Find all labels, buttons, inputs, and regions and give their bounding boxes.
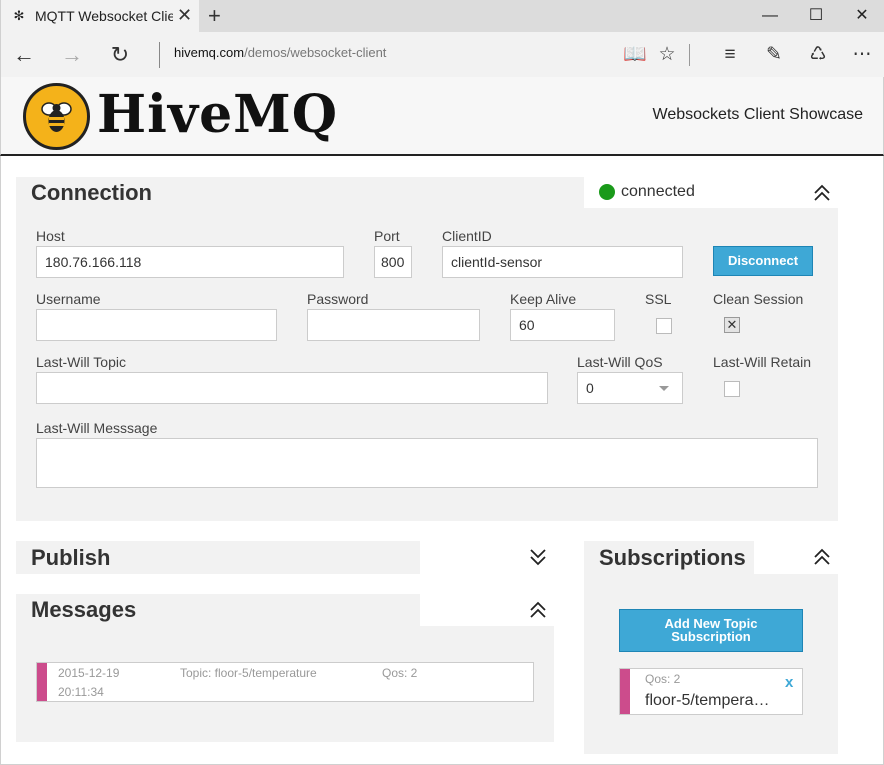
lastwill-retain-checkbox[interactable]	[724, 381, 740, 397]
tab-bar: ✻ MQTT Websocket Client ✕ + — ☐ ✕	[1, 0, 884, 32]
port-label: Port	[374, 228, 400, 244]
subscription-qos: Qos: 2	[645, 672, 681, 686]
port-input[interactable]: 800	[374, 246, 412, 278]
message-date: 2015-12-19	[58, 666, 120, 680]
subscription-color-bar	[620, 669, 630, 714]
publish-title: Publish	[31, 545, 111, 570]
maximize-icon[interactable]: ☐	[793, 0, 839, 32]
keepalive-label: Keep Alive	[510, 291, 577, 307]
bee-favicon-icon: ✻	[13, 8, 25, 23]
disconnect-button[interactable]: Disconnect	[713, 246, 813, 276]
hivemq-logo-icon	[23, 83, 90, 150]
clean-session-checkbox[interactable]: ✕	[724, 317, 740, 333]
subscription-topic: floor-5/tempera…	[645, 692, 770, 709]
window-border-left	[0, 156, 1, 765]
clientid-input[interactable]: clientId-sensor	[442, 246, 683, 278]
connection-title: Connection	[31, 180, 152, 205]
lastwill-retain-label: Last-Will Retain	[713, 354, 812, 370]
lastwill-topic-label: Last-Will Topic	[36, 354, 126, 370]
toolbar-divider	[689, 44, 690, 66]
spacer	[16, 158, 838, 177]
username-input[interactable]	[36, 309, 277, 341]
messages-title: Messages	[31, 597, 137, 622]
new-tab-button[interactable]: +	[208, 3, 221, 29]
site-header: HiveMQ Websockets Client Showcase	[0, 77, 884, 156]
lastwill-message-label: Last-Will Messsage	[36, 420, 158, 436]
lastwill-qos-label: Last-Will QoS	[577, 354, 663, 370]
expand-chevron-icon[interactable]	[528, 547, 548, 567]
browser-chrome: ✻ MQTT Websocket Client ✕ + — ☐ ✕ ← → ↻ …	[0, 0, 884, 77]
more-icon[interactable]: ⋯	[847, 40, 877, 70]
address-bar: ← → ↻ hivemq.com/demos/websocket-client …	[1, 32, 884, 77]
message-qos: Qos: 2	[382, 666, 418, 680]
ssl-checkbox[interactable]	[656, 318, 672, 334]
host-input[interactable]: 180.76.166.118	[36, 246, 344, 278]
refresh-icon[interactable]: ↻	[105, 40, 135, 70]
url-path: /demos/websocket-client	[244, 45, 387, 60]
password-input[interactable]	[307, 309, 480, 341]
hub-icon[interactable]: ≡	[715, 40, 745, 70]
lastwill-message-textarea[interactable]	[36, 438, 818, 488]
status-dot-icon	[599, 184, 615, 200]
message-item[interactable]: 2015-12-19 20:11:34 Topic: floor-5/tempe…	[36, 662, 534, 702]
ssl-label: SSL	[645, 291, 672, 307]
tab-title: MQTT Websocket Client	[35, 8, 173, 24]
remove-subscription-button[interactable]: x	[785, 674, 793, 691]
username-label: Username	[36, 291, 101, 307]
showcase-title: Websockets Client Showcase	[652, 106, 863, 123]
message-time: 20:11:34	[58, 685, 104, 699]
minimize-icon[interactable]: —	[747, 0, 793, 32]
clientid-label: ClientID	[442, 228, 492, 244]
clean-session-label: Clean Session	[713, 291, 804, 307]
collapse-chevron-icon[interactable]	[812, 547, 832, 567]
web-note-icon[interactable]: ✎	[759, 40, 789, 70]
keepalive-input[interactable]: 60	[510, 309, 615, 341]
message-color-bar	[37, 663, 47, 701]
tab-active[interactable]: ✻ MQTT Websocket Client ✕	[1, 0, 199, 32]
host-label: Host	[36, 228, 65, 244]
connection-status: connected	[621, 183, 695, 200]
logo-wordmark: HiveMQ	[97, 84, 339, 145]
url-host: hivemq.com	[174, 45, 245, 60]
window-close-icon[interactable]: ✕	[839, 0, 884, 32]
url-field[interactable]: hivemq.com/demos/websocket-client	[159, 42, 386, 68]
add-topic-subscription-button[interactable]: Add New Topic Subscription	[619, 609, 803, 652]
back-arrow-icon[interactable]: ←	[9, 40, 39, 70]
subscription-item[interactable]: Qos: 2 floor-5/tempera… x	[619, 668, 803, 715]
reading-view-icon[interactable]: 📖	[620, 40, 650, 70]
forward-arrow-icon[interactable]: →	[57, 40, 87, 70]
bee-icon	[41, 102, 72, 132]
subscriptions-title: Subscriptions	[599, 545, 746, 570]
share-icon[interactable]: ♺	[803, 40, 833, 70]
tab-close-icon[interactable]: ✕	[177, 5, 192, 25]
lastwill-topic-input[interactable]	[36, 372, 548, 404]
chevron-down-icon	[659, 386, 669, 391]
password-label: Password	[307, 291, 369, 307]
message-topic: Topic: floor-5/temperature	[180, 666, 317, 680]
collapse-chevron-icon[interactable]	[528, 600, 548, 620]
favorite-star-icon[interactable]: ☆	[652, 40, 682, 70]
collapse-chevron-icon[interactable]	[812, 183, 832, 203]
